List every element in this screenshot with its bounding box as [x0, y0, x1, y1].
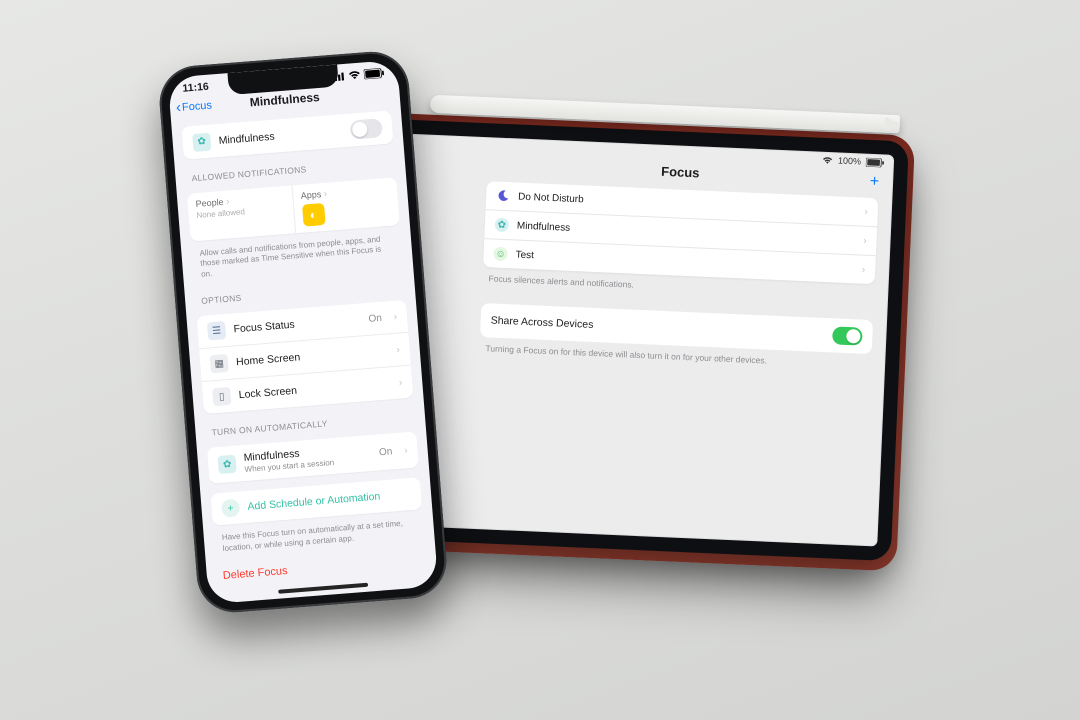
smile-icon: ☺: [493, 247, 508, 262]
lock-screen-icon: ▯: [212, 387, 231, 406]
ipad-frame: 100% Focus + Do Not Disturb ›: [371, 119, 909, 561]
options-card: ☰ Focus Status On › ▦ Home Screen › ▯ Lo…: [196, 300, 413, 414]
battery-icon: [866, 157, 884, 167]
iphone-screen: 11:16 ‹ Focus Mi: [168, 60, 439, 604]
apps-label: Apps: [300, 189, 321, 201]
chevron-right-icon: ›: [862, 264, 866, 275]
focus-name-label: Mindfulness: [218, 125, 343, 147]
share-toggle[interactable]: [832, 326, 863, 345]
row-value: On: [368, 312, 382, 324]
mindfulness-icon: ✿: [495, 218, 510, 233]
iphone-frame: 11:16 ‹ Focus Mi: [157, 49, 449, 615]
allowed-apps-button[interactable]: Apps › ◐: [292, 177, 400, 233]
back-label: Focus: [182, 99, 213, 113]
chevron-right-icon: ›: [393, 311, 397, 322]
wifi-icon: [348, 70, 362, 81]
row-label: Lock Screen: [238, 377, 391, 401]
chevron-right-icon: ›: [226, 196, 230, 207]
mindfulness-icon: ✿: [217, 455, 236, 474]
ipad-device: 100% Focus + Do Not Disturb ›: [371, 119, 909, 561]
chevron-right-icon: ›: [863, 235, 867, 246]
battery-icon: [364, 68, 385, 80]
add-schedule-label: Add Schedule or Automation: [247, 488, 411, 513]
ipad-screen: 100% Focus + Do Not Disturb ›: [386, 133, 895, 546]
plus-circle-icon: +: [221, 499, 240, 518]
row-label: Home Screen: [236, 345, 389, 369]
moon-icon: [496, 189, 511, 204]
chevron-left-icon: ‹: [176, 103, 182, 113]
automation-card: ✿ Mindfulness When you start a session O…: [207, 432, 419, 484]
wifi-icon: [822, 155, 833, 164]
iphone-device: 11:16 ‹ Focus Mi: [157, 49, 449, 615]
chevron-right-icon: ›: [396, 344, 400, 355]
share-label: Share Across Devices: [490, 314, 593, 330]
back-button[interactable]: ‹ Focus: [176, 99, 213, 114]
home-screen-icon: ▦: [210, 354, 229, 373]
chevron-right-icon: ›: [404, 445, 408, 456]
chevron-right-icon: ›: [323, 189, 327, 200]
ipad-content: Focus + Do Not Disturb › ✿ Mindfulness: [386, 146, 894, 546]
settings-scroll[interactable]: ✿ Mindfulness ALLOWED NOTIFICATIONS Peop…: [171, 106, 438, 605]
focus-toggle[interactable]: [350, 118, 383, 139]
allowed-people-button[interactable]: People › None allowed: [187, 185, 296, 241]
chevron-right-icon: ›: [864, 206, 868, 217]
add-focus-button[interactable]: +: [869, 173, 879, 191]
chevron-right-icon: ›: [399, 377, 403, 388]
mindfulness-icon: ✿: [192, 132, 211, 151]
ipad-title: Focus: [661, 164, 700, 181]
people-label: People: [195, 197, 224, 209]
app-icon: ◐: [302, 203, 326, 227]
page-title: Mindfulness: [249, 90, 320, 109]
row-value: On: [379, 446, 393, 458]
status-icon: ☰: [207, 321, 226, 340]
automation-mindfulness-row[interactable]: ✿ Mindfulness When you start a session O…: [207, 432, 419, 484]
row-label: Focus Status: [233, 314, 361, 336]
